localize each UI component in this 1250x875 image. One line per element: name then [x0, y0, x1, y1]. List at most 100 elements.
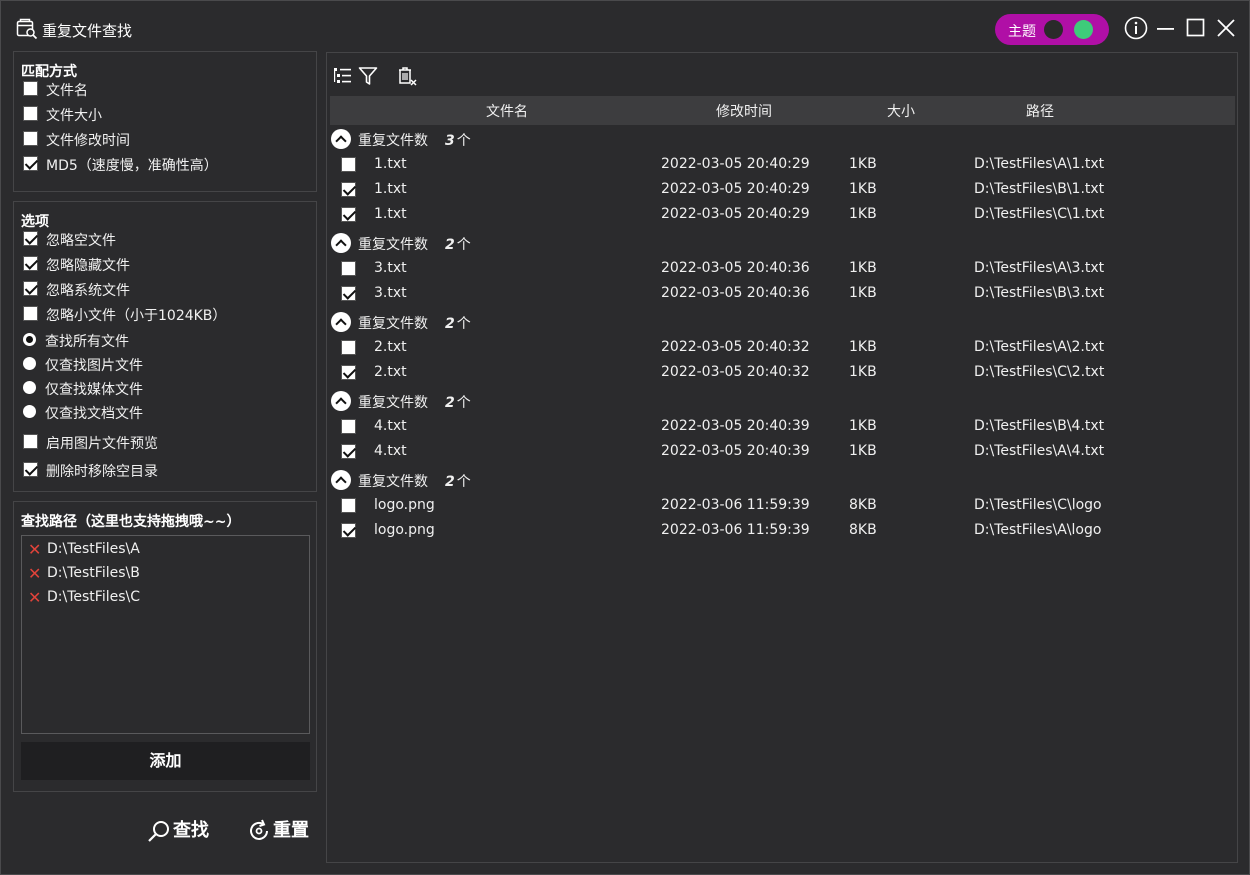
row-checkbox[interactable] — [341, 419, 356, 434]
group-count: 2个 — [445, 474, 471, 490]
row-checkbox[interactable] — [341, 157, 356, 172]
row-checkbox[interactable] — [341, 207, 356, 222]
cell-size: 8KB — [849, 497, 877, 513]
cell-filename: 4.txt — [374, 418, 407, 434]
checkbox[interactable] — [23, 131, 38, 146]
table-row[interactable]: 4.txt 2022-03-05 20:40:39 1KB D:\TestFiles\… — [331, 415, 1231, 439]
delete-selected-icon[interactable] — [396, 65, 418, 87]
group-label: 重复文件数 — [358, 395, 428, 411]
cell-modtime: 2022-03-06 11:59:39 — [661, 522, 810, 538]
row-checkbox[interactable] — [341, 498, 356, 513]
checkbox[interactable] — [23, 106, 38, 121]
remove-path-icon[interactable]: ✕ — [28, 566, 41, 582]
cell-size: 1KB — [849, 181, 877, 197]
group-count: 2个 — [445, 395, 471, 411]
theme-toggle[interactable]: 主题 — [995, 14, 1109, 45]
column-filename[interactable]: 文件名 — [486, 101, 528, 121]
cell-path: D:\TestFiles\A\2.txt — [974, 339, 1105, 355]
paths-panel: 查找路径（这里也支持拖拽哦~~） ✕ D:\TestFiles\A ✕ D:\T… — [13, 501, 317, 792]
path-list[interactable]: ✕ D:\TestFiles\A ✕ D:\TestFiles\B ✕ D:\T… — [21, 535, 310, 734]
checkbox[interactable] — [23, 462, 38, 477]
match-panel-title: 匹配方式 — [21, 64, 77, 80]
checkbox[interactable] — [23, 281, 38, 296]
radio[interactable] — [23, 333, 36, 346]
cell-path: D:\TestFiles\B\4.txt — [974, 418, 1105, 434]
column-modtime[interactable]: 修改时间 — [716, 101, 772, 121]
filter-icon[interactable] — [357, 65, 379, 87]
remove-path-icon[interactable]: ✕ — [28, 590, 41, 606]
cell-size: 1KB — [849, 418, 877, 434]
checkbox[interactable] — [23, 231, 38, 246]
checkbox[interactable] — [23, 156, 38, 171]
cell-modtime: 2022-03-05 20:40:32 — [661, 364, 810, 380]
row-checkbox[interactable] — [341, 261, 356, 276]
table-row[interactable]: 2.txt 2022-03-05 20:40:32 1KB D:\TestFiles\… — [331, 361, 1231, 385]
cell-path: D:\TestFiles\A\logo — [974, 522, 1102, 538]
table-row[interactable]: 2.txt 2022-03-05 20:40:32 1KB D:\TestFiles\… — [331, 336, 1231, 360]
checkbox[interactable] — [23, 434, 38, 449]
radio[interactable] — [23, 357, 36, 370]
cell-path: D:\TestFiles\B\1.txt — [974, 181, 1105, 197]
radio[interactable] — [23, 381, 36, 394]
maximize-icon[interactable] — [1183, 15, 1209, 41]
row-checkbox[interactable] — [341, 340, 356, 355]
list-expand-icon[interactable] — [332, 65, 354, 87]
table-row[interactable]: logo.png 2022-03-06 11:59:39 8KB D:\TestFil… — [331, 519, 1231, 543]
cell-modtime: 2022-03-06 11:59:39 — [661, 497, 810, 513]
table-row[interactable]: 3.txt 2022-03-05 20:40:36 1KB D:\TestFiles\… — [331, 282, 1231, 306]
column-size[interactable]: 大小 — [887, 101, 915, 121]
checkbox[interactable] — [23, 306, 38, 321]
collapse-icon[interactable] — [331, 129, 351, 149]
add-path-button[interactable]: 添加 — [21, 742, 310, 780]
cell-path: D:\TestFiles\A\3.txt — [974, 260, 1105, 276]
cell-size: 1KB — [849, 206, 877, 222]
minimize-icon[interactable] — [1153, 15, 1179, 41]
cell-filename: logo.png — [374, 497, 435, 513]
row-checkbox[interactable] — [341, 523, 356, 538]
table-row[interactable]: 4.txt 2022-03-05 20:40:39 1KB D:\TestFiles\… — [331, 440, 1231, 464]
search-button[interactable]: 查找 — [147, 815, 217, 843]
table-row[interactable]: 1.txt 2022-03-05 20:40:29 1KB D:\TestFiles\… — [331, 203, 1231, 227]
row-checkbox[interactable] — [341, 365, 356, 380]
collapse-icon[interactable] — [331, 312, 351, 332]
cell-filename: 1.txt — [374, 181, 407, 197]
cell-size: 1KB — [849, 443, 877, 459]
cell-path: D:\TestFiles\C\1.txt — [974, 206, 1105, 222]
table-row[interactable]: logo.png 2022-03-06 11:59:39 8KB D:\TestFil… — [331, 494, 1231, 518]
row-checkbox[interactable] — [341, 444, 356, 459]
table-row[interactable]: 3.txt 2022-03-05 20:40:36 1KB D:\TestFiles\… — [331, 257, 1231, 281]
info-icon[interactable] — [1123, 15, 1149, 41]
table-row[interactable]: 1.txt 2022-03-05 20:40:29 1KB D:\TestFiles\… — [331, 153, 1231, 177]
close-icon[interactable] — [1213, 15, 1239, 41]
reset-button[interactable]: 重置 — [247, 815, 317, 843]
results-panel: 文件名 修改时间 大小 路径 重复文件数 3 个 1.txt 2022-03-05 20… — [326, 52, 1238, 863]
column-path[interactable]: 路径 — [1026, 101, 1054, 121]
cell-modtime: 2022-03-05 20:40:29 — [661, 206, 810, 222]
cell-modtime: 2022-03-05 20:40:39 — [661, 418, 810, 434]
collapse-icon[interactable] — [331, 470, 351, 490]
table-row[interactable]: 1.txt 2022-03-05 20:40:29 1KB D:\TestFiles\… — [331, 178, 1231, 202]
table-header: 文件名 修改时间 大小 路径 — [330, 96, 1235, 125]
cell-path: D:\TestFiles\C\2.txt — [974, 364, 1105, 380]
cell-modtime: 2022-03-05 20:40:36 — [661, 285, 810, 301]
collapse-icon[interactable] — [331, 233, 351, 253]
remove-path-icon[interactable]: ✕ — [28, 542, 41, 558]
group-label: 重复文件数 — [358, 237, 428, 253]
title-bar: 重复文件查找 主题 — [1, 1, 1249, 51]
theme-label: 主题 — [1008, 24, 1036, 40]
group-label: 重复文件数 — [358, 316, 428, 332]
group-count: 2个 — [445, 237, 471, 253]
checkbox[interactable] — [23, 256, 38, 271]
reset-icon — [250, 819, 268, 840]
cell-filename: 2.txt — [374, 339, 407, 355]
cell-size: 1KB — [849, 285, 877, 301]
group-count: 3个 — [445, 133, 471, 149]
theme-dark-dot — [1044, 20, 1063, 39]
checkbox[interactable] — [23, 81, 38, 96]
cell-path: D:\TestFiles\A\4.txt — [974, 443, 1105, 459]
radio[interactable] — [23, 405, 36, 418]
collapse-icon[interactable] — [331, 391, 351, 411]
row-checkbox[interactable] — [341, 182, 356, 197]
cell-modtime: 2022-03-05 20:40:29 — [661, 156, 810, 172]
row-checkbox[interactable] — [341, 286, 356, 301]
